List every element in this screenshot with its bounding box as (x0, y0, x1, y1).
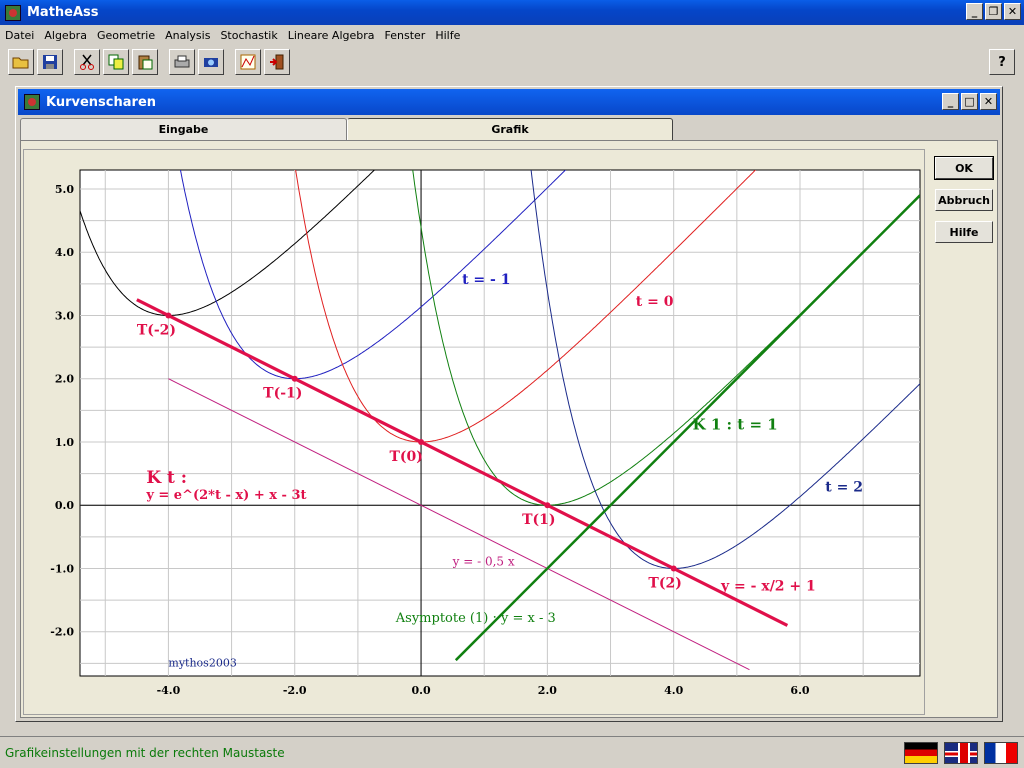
child-maximize-button[interactable]: □ (961, 93, 978, 110)
extremum-point (670, 565, 677, 572)
open-icon[interactable] (8, 49, 34, 75)
child-close-button[interactable]: ✕ (980, 93, 997, 110)
app-icon (5, 4, 21, 21)
de-flag-icon[interactable] (904, 742, 938, 764)
minimize-button[interactable]: _ (966, 3, 983, 20)
copy-icon[interactable] (103, 49, 129, 75)
paste-icon[interactable] (132, 49, 158, 75)
series-label-t-minus-1: t = - 1 (462, 272, 510, 288)
y-tick-label: 3.0 (55, 309, 74, 322)
app-titlebar: MatheAss _ ❐ ✕ (0, 0, 1024, 25)
x-tick-label: -2.0 (283, 684, 307, 697)
ok-button[interactable]: OK (934, 156, 994, 180)
child-title: Kurvenscharen (46, 94, 157, 110)
point-label: T(1) (522, 512, 555, 528)
y-tick-label: -2.0 (50, 626, 74, 639)
y-tick-label: 4.0 (55, 246, 74, 259)
uk-flag-icon[interactable] (944, 742, 978, 764)
menu-hilfe[interactable]: Hilfe (430, 29, 465, 42)
credit-label: mythos2003 (168, 657, 236, 670)
exit-icon[interactable] (264, 49, 290, 75)
x-tick-label: 2.0 (538, 684, 557, 697)
line-label-tangent: y = - x/2 + 1 (720, 579, 816, 595)
series-label-t-2: t = 2 (825, 479, 863, 495)
y-tick-label: -1.0 (50, 562, 74, 575)
toolbar: ? (0, 45, 1024, 79)
camera-icon[interactable] (198, 49, 224, 75)
plot-area[interactable]: -4.0 -2.0 0.0 2.0 4.0 6.0 5.0 4.0 3.0 2.0 1.0 0.0 -1… (23, 149, 925, 715)
chart-icon[interactable] (235, 49, 261, 75)
menu-lineare-algebra[interactable]: Lineare Algebra (283, 29, 380, 42)
status-text: Grafikeinstellungen mit der rechten Maus… (5, 745, 285, 760)
extremum-point (165, 312, 172, 319)
point-label: T(0) (389, 449, 422, 465)
kurvenscharen-window: Kurvenscharen _ □ ✕ Eingabe Grafik -4.0-… (15, 86, 1003, 722)
print-icon[interactable] (169, 49, 195, 75)
menu-algebra[interactable]: Algebra (39, 29, 92, 42)
app-title: MatheAss (27, 5, 99, 20)
hilfe-button[interactable]: Hilfe (935, 221, 993, 243)
x-tick-label: 0.0 (411, 684, 430, 697)
close-button[interactable]: ✕ (1004, 3, 1021, 20)
line-label-half: y = - 0,5 x (452, 554, 515, 568)
statusbar: Grafikeinstellungen mit der rechten Maus… (0, 736, 1024, 768)
menu-stochastik[interactable]: Stochastik (215, 29, 282, 42)
tab-strip: Eingabe Grafik (20, 118, 673, 140)
point-label: T(2) (648, 575, 681, 591)
fr-flag-icon[interactable] (984, 742, 1018, 764)
menu-fenster[interactable]: Fenster (380, 29, 431, 42)
series-label-t-0: t = 0 (636, 294, 674, 310)
child-titlebar: Kurvenscharen (18, 89, 1000, 115)
x-tick-label: -4.0 (157, 684, 181, 697)
extremum-point (291, 375, 298, 382)
grafik-panel: -4.0 -2.0 0.0 2.0 4.0 6.0 5.0 4.0 3.0 2.0 1.0 0.0 -1… (20, 140, 998, 718)
cut-icon[interactable] (74, 49, 100, 75)
menu-datei[interactable]: Datei (0, 29, 39, 42)
extremum-point (418, 438, 425, 445)
family-formula: y = e^(2*t - x) + x - 3t (145, 488, 306, 503)
menu-analysis[interactable]: Analysis (160, 29, 215, 42)
save-icon[interactable] (37, 49, 63, 75)
tab-grafik[interactable]: Grafik (347, 118, 673, 140)
y-tick-label: 2.0 (55, 373, 74, 386)
graph-svg: -4.0 -2.0 0.0 2.0 4.0 6.0 5.0 4.0 3.0 2.0 1.0 0.0 -1… (50, 169, 921, 697)
y-tick-label: 1.0 (55, 436, 74, 449)
menubar: Datei Algebra Geometrie Analysis Stochas… (0, 25, 1024, 45)
menu-geometrie[interactable]: Geometrie (92, 29, 160, 42)
restore-button[interactable]: ❐ (985, 3, 1002, 20)
help-icon[interactable]: ? (989, 49, 1015, 75)
tab-eingabe[interactable]: Eingabe (20, 118, 347, 140)
line-label-asymptote: Asymptote (1) : y = x - 3 (395, 611, 556, 626)
family-title: K t : (146, 468, 187, 488)
y-tick-label: 0.0 (55, 499, 74, 512)
point-label: T(-2) (137, 322, 176, 338)
point-label: T(-1) (263, 386, 302, 402)
extremum-point (544, 502, 551, 509)
series-label-k1: K 1 : t = 1 (693, 415, 778, 433)
y-tick-label: 5.0 (55, 183, 74, 196)
abbruch-button[interactable]: Abbruch (935, 189, 993, 211)
x-tick-label: 6.0 (790, 684, 809, 697)
child-minimize-button[interactable]: _ (942, 93, 959, 110)
child-app-icon (24, 94, 40, 110)
x-tick-label: 4.0 (664, 684, 683, 697)
